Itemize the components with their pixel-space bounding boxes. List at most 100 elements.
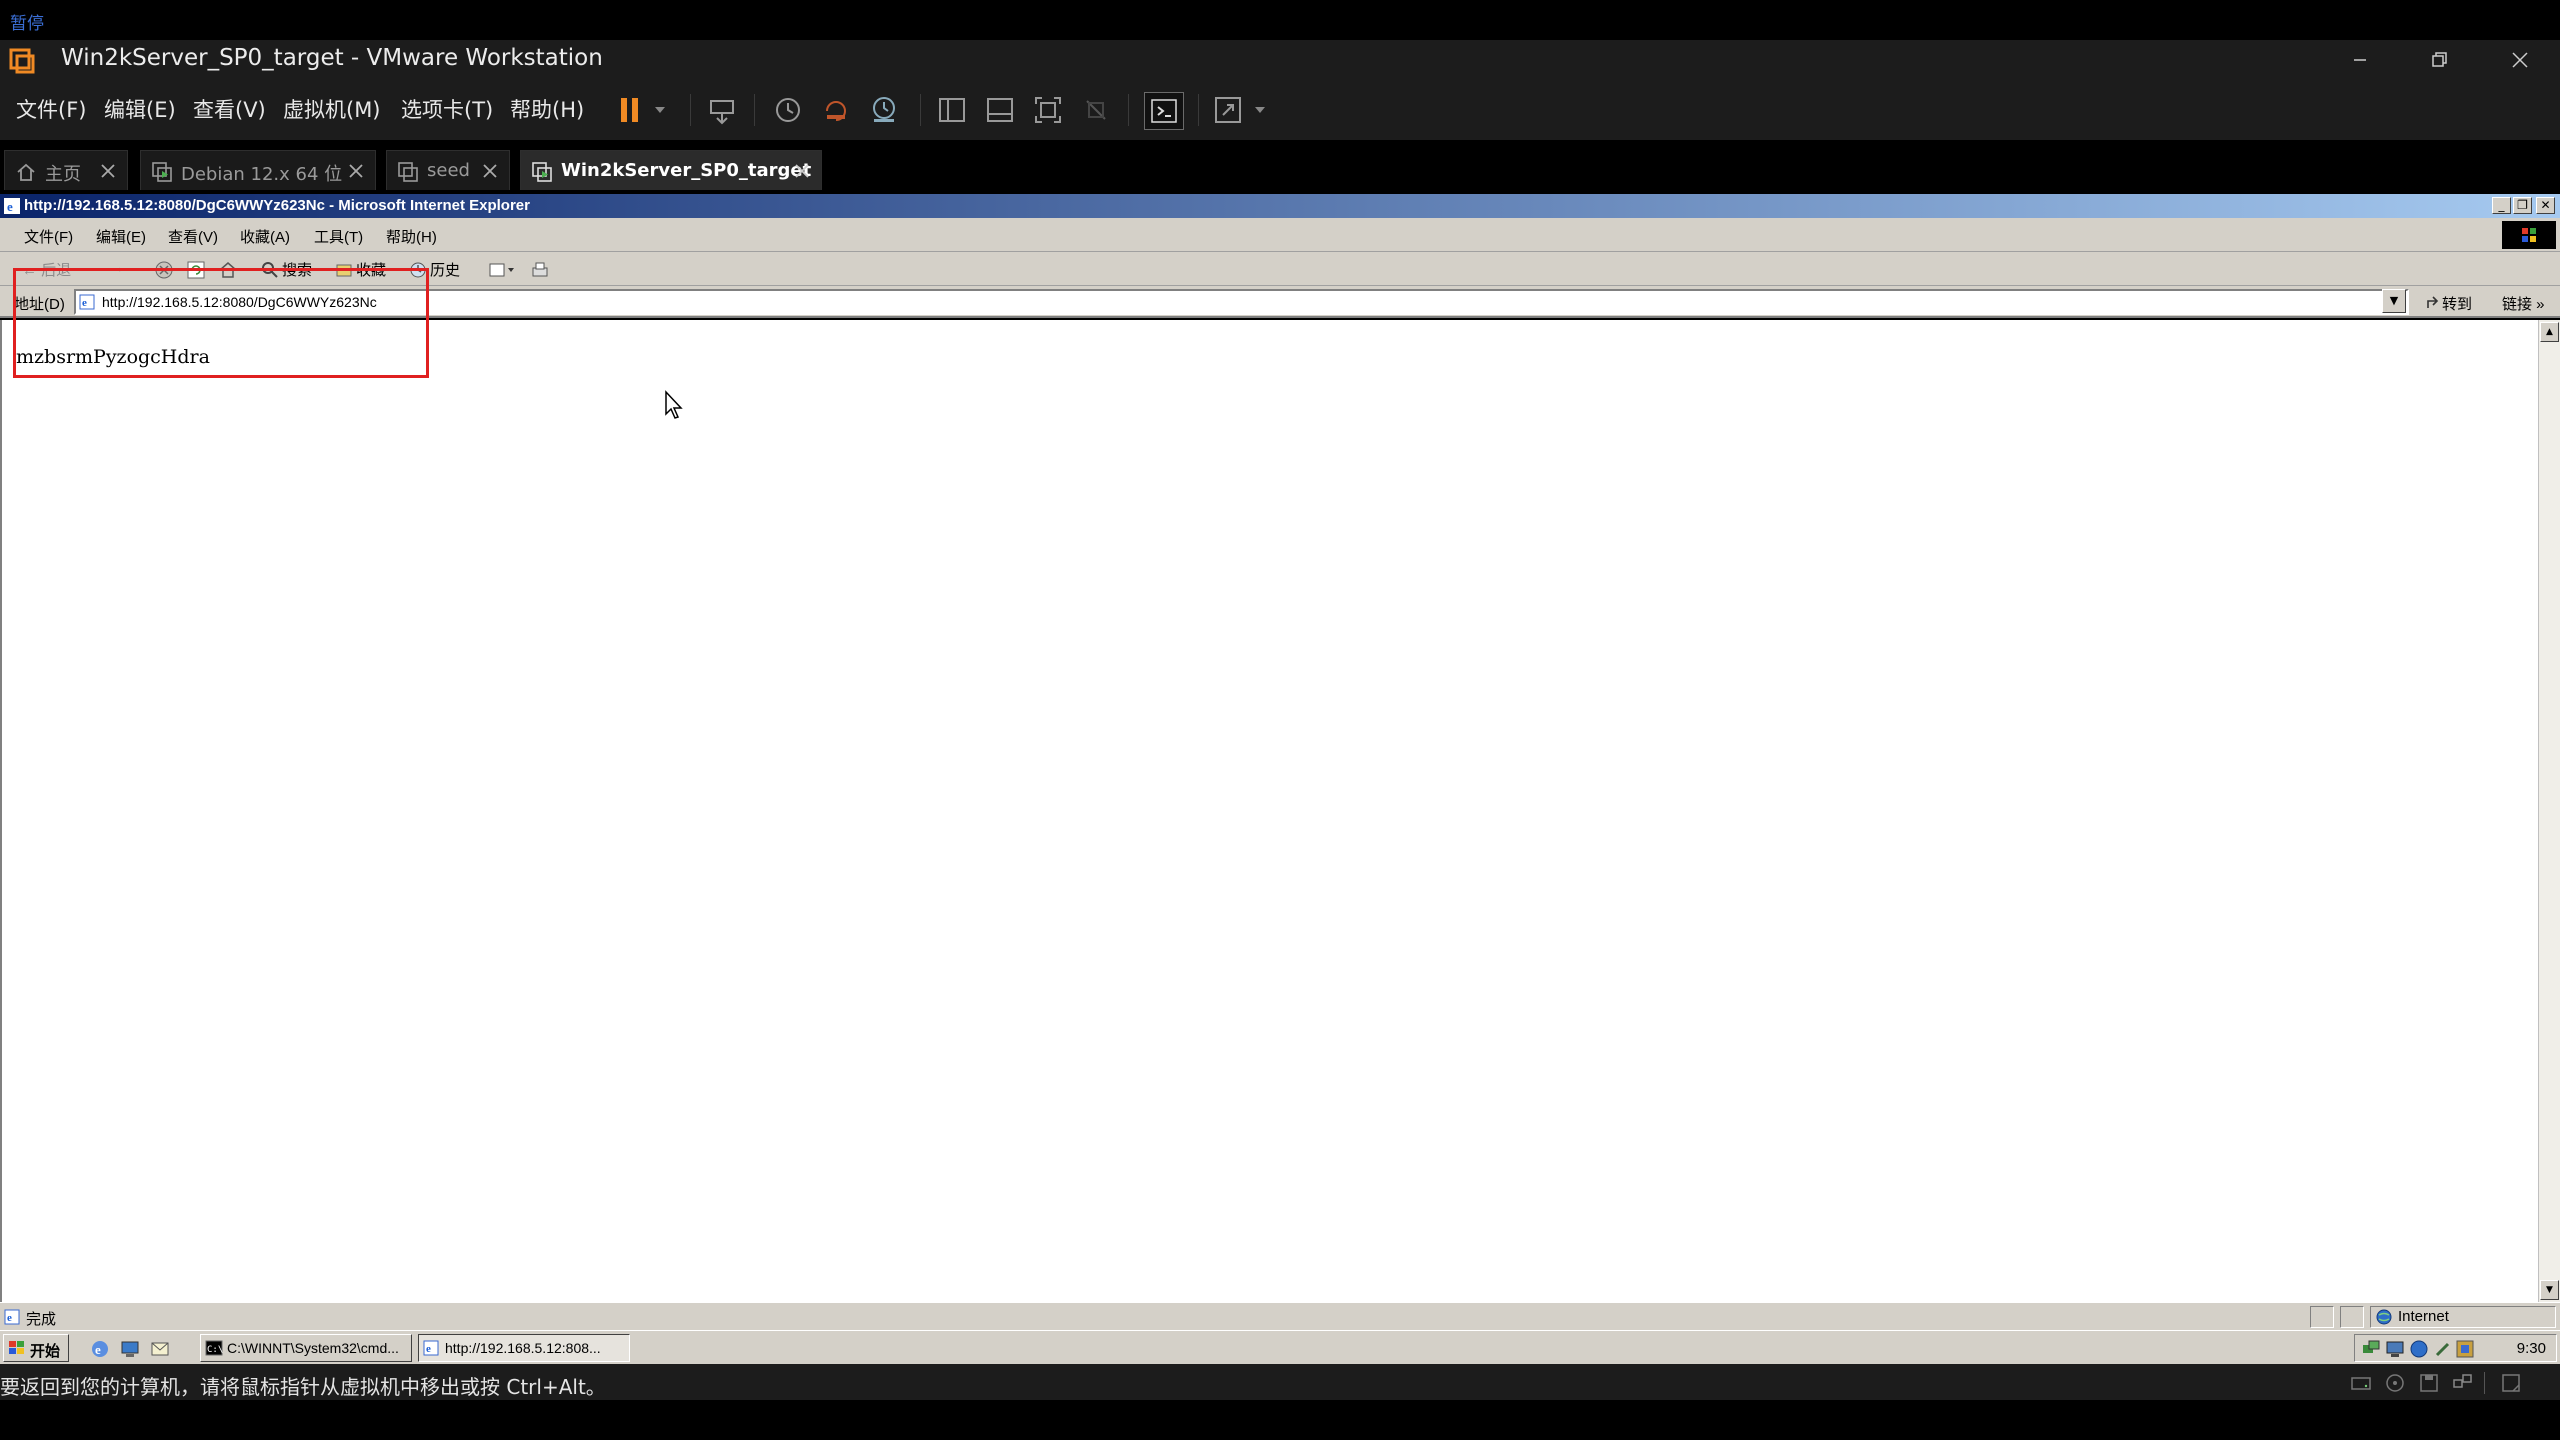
taskbar-cmd-window[interactable]: C:\ C:\WINNT\System32\cmd...	[200, 1334, 412, 1362]
minimize-button[interactable]	[2330, 40, 2390, 80]
network-device-icon[interactable]	[2452, 1372, 2474, 1394]
tab-seed[interactable]: seed	[386, 150, 510, 190]
ie-titlebar: e http://192.168.5.12:8080/DgC6WWYz623Nc…	[0, 194, 2560, 218]
pause-status-strip: 暂停	[0, 0, 2560, 40]
floppy-device-icon[interactable]	[2418, 1372, 2440, 1394]
vmware-hint-bar: 要返回到您的计算机，请将鼠标指针从虚拟机中移出或按 Ctrl+Alt。	[0, 1364, 2560, 1400]
chevron-down-icon	[655, 107, 665, 113]
links-button[interactable]: 链接 »	[2502, 293, 2545, 314]
vm-icon	[398, 162, 418, 182]
power-dropdown[interactable]	[648, 92, 672, 128]
quicklaunch-ie-icon[interactable]: e	[90, 1339, 110, 1359]
app-tray-icon[interactable]	[2455, 1339, 2475, 1359]
minimize-icon	[2354, 59, 2366, 61]
start-button[interactable]: 开始	[3, 1334, 69, 1362]
mail-dropdown-icon[interactable]	[488, 260, 516, 280]
toolbar-separator	[1128, 94, 1129, 126]
ie-menu-help[interactable]: 帮助(H)	[386, 226, 437, 247]
tab-win2kserver[interactable]: Win2kServer_SP0_target	[520, 150, 822, 190]
pause-label: 暂停	[10, 14, 44, 34]
unity-button[interactable]	[1078, 92, 1114, 128]
chevron-down-icon	[1255, 107, 1265, 113]
address-dropdown-button[interactable]: ▼	[2382, 289, 2406, 313]
system-tray: 9:30	[2354, 1334, 2557, 1362]
close-icon[interactable]	[791, 160, 813, 182]
ie-menu-view[interactable]: 查看(V)	[168, 226, 218, 247]
menu-file[interactable]: 文件(F)	[16, 94, 86, 124]
menu-tabs[interactable]: 选项卡(T)	[401, 94, 493, 124]
vertical-scrollbar[interactable]: ▲ ▼	[2538, 320, 2560, 1302]
ie-restore-button[interactable]: ❐	[2513, 197, 2532, 214]
close-icon[interactable]	[345, 160, 367, 182]
vmware-menubar: 文件(F) 编辑(E) 查看(V) 虚拟机(M) 选项卡(T) 帮助(H)	[0, 80, 2560, 140]
close-window-button[interactable]	[2490, 40, 2550, 80]
taskbar-item-label: http://192.168.5.12:808...	[445, 1340, 601, 1356]
status-text: 完成	[26, 1311, 57, 1328]
tab-home[interactable]: 主页	[4, 150, 128, 190]
snapshot-manager-button[interactable]	[866, 92, 902, 128]
hdd-device-icon[interactable]	[2350, 1372, 2372, 1394]
message-log-icon[interactable]	[2500, 1372, 2522, 1394]
vmware-tabbar: 主页 Debian 12.x 64 位 seed Win2kServer_SP0…	[0, 140, 2560, 194]
pause-icon	[621, 98, 638, 122]
ie-window-title: http://192.168.5.12:8080/DgC6WWYz623Nc -…	[24, 197, 530, 214]
toolbar-separator	[1198, 94, 1199, 126]
quicklaunch-desktop-icon[interactable]	[120, 1339, 140, 1359]
unity-disabled-icon	[1086, 100, 1106, 120]
bottom-letterbox	[0, 1400, 2560, 1440]
close-icon[interactable]	[97, 160, 119, 182]
tab-label: Win2kServer_SP0_target	[561, 160, 812, 181]
globe-tray-icon[interactable]	[2409, 1339, 2429, 1359]
taskbar-item-label: C:\WINNT\System32\cmd...	[227, 1340, 399, 1356]
console-view-button[interactable]	[1144, 92, 1184, 130]
ie-menu-edit[interactable]: 编辑(E)	[96, 226, 146, 247]
mouse-pointer-icon	[665, 390, 683, 419]
go-arrow-icon	[2427, 296, 2439, 308]
show-thumbnails-button[interactable]	[982, 92, 1018, 128]
ie-status-bar: e 完成 Internet	[0, 1302, 2560, 1330]
send-ctrl-alt-del-button[interactable]	[704, 92, 740, 128]
monitor-tray-icon[interactable]	[2385, 1339, 2405, 1359]
pause-vm-button[interactable]	[612, 92, 648, 128]
windows-taskbar: 开始 e C:\ C:\WINNT\System32\cmd... e http…	[0, 1330, 2560, 1364]
stretch-dropdown[interactable]	[1248, 92, 1272, 128]
ie-menu-tools[interactable]: 工具(T)	[314, 226, 363, 247]
menu-view[interactable]: 查看(V)	[193, 94, 266, 124]
hint-separator	[2484, 1372, 2485, 1394]
show-library-button[interactable]	[934, 92, 970, 128]
status-pane	[2310, 1306, 2334, 1328]
taskbar-ie-window[interactable]: e http://192.168.5.12:808...	[418, 1334, 630, 1362]
close-icon[interactable]	[479, 160, 501, 182]
fullscreen-icon	[1035, 97, 1061, 123]
revert-snapshot-button[interactable]	[818, 92, 854, 128]
go-button[interactable]: 转到	[2442, 293, 2472, 314]
ie-close-button[interactable]: ✕	[2536, 197, 2555, 214]
svg-text:e: e	[426, 1343, 431, 1355]
tab-label: 主页	[45, 164, 81, 185]
stretch-guest-button[interactable]	[1210, 92, 1246, 128]
menu-vm[interactable]: 虚拟机(M)	[283, 94, 381, 124]
print-icon[interactable]	[530, 260, 550, 280]
menu-edit[interactable]: 编辑(E)	[104, 94, 176, 124]
history-button[interactable]: 历史	[430, 259, 460, 280]
quicklaunch-outlook-icon[interactable]	[150, 1339, 170, 1359]
vm-icon	[532, 162, 552, 182]
cmd-icon: C:\	[205, 1340, 223, 1356]
scroll-down-button[interactable]: ▼	[2540, 1280, 2559, 1300]
ie-menu-favorites[interactable]: 收藏(A)	[240, 226, 290, 247]
menu-help[interactable]: 帮助(H)	[510, 94, 584, 124]
svg-text:e: e	[7, 199, 13, 214]
tab-debian[interactable]: Debian 12.x 64 位	[140, 150, 376, 190]
toolbar-separator	[920, 94, 921, 126]
full-screen-button[interactable]	[1030, 92, 1066, 128]
snapshot-button[interactable]	[770, 92, 806, 128]
ie-menu-file[interactable]: 文件(F)	[24, 226, 73, 247]
sidebar-layout-icon	[939, 98, 965, 122]
scroll-up-button[interactable]: ▲	[2540, 322, 2559, 342]
restore-button[interactable]	[2410, 40, 2470, 80]
network-tray-icon[interactable]	[2361, 1339, 2381, 1359]
ie-page-icon: e	[423, 1340, 439, 1356]
pen-tray-icon[interactable]	[2433, 1339, 2453, 1359]
cd-device-icon[interactable]	[2384, 1372, 2406, 1394]
ie-minimize-button[interactable]: _	[2492, 197, 2511, 214]
